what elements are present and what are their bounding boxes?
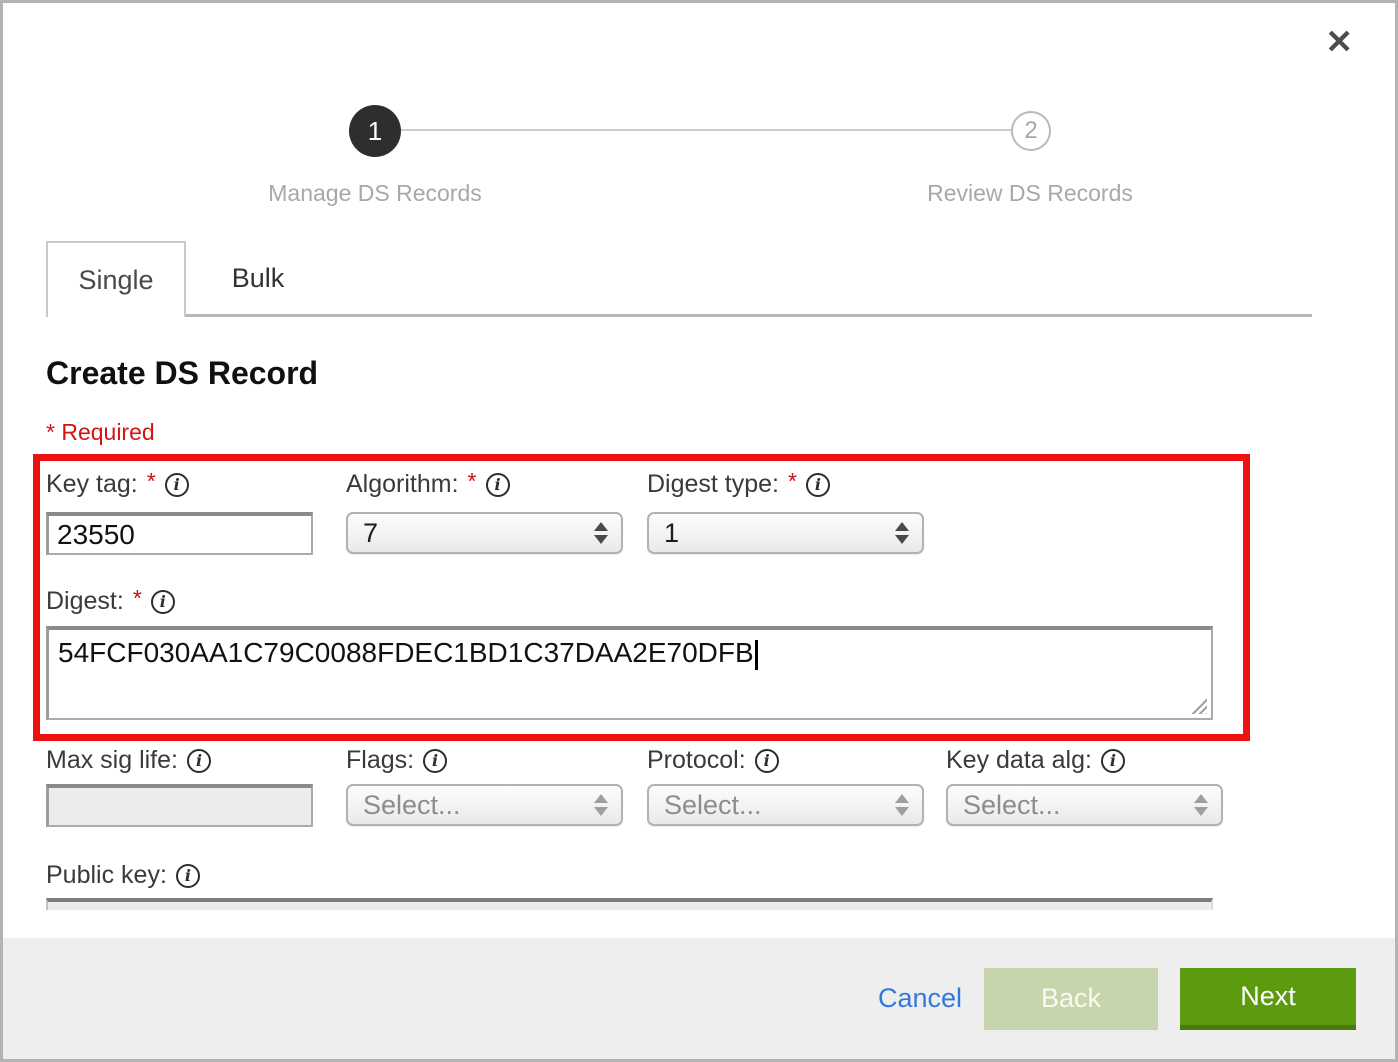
protocol-label-text: Protocol: — [647, 746, 746, 775]
resize-handle[interactable] — [1190, 697, 1207, 714]
max-sig-life-label: Max sig life: i — [46, 746, 211, 775]
select-spinner-icon — [594, 522, 608, 544]
key-data-alg-label-text: Key data alg: — [946, 746, 1092, 775]
algorithm-select-value: 7 — [363, 518, 378, 549]
page-title: Create DS Record — [46, 355, 318, 392]
required-note: * Required — [46, 419, 155, 446]
step-2-label: Review DS Records — [870, 180, 1190, 207]
next-button[interactable]: Next — [1180, 968, 1356, 1030]
protocol-select-value: Select... — [664, 790, 762, 821]
key-data-alg-select-value: Select... — [963, 790, 1061, 821]
text-caret — [755, 640, 758, 670]
key-tag-required-star: * — [147, 468, 156, 495]
flags-select-value: Select... — [363, 790, 461, 821]
step-1-label: Manage DS Records — [215, 180, 535, 207]
flags-label: Flags: i — [346, 746, 447, 775]
algorithm-select[interactable]: 7 — [346, 512, 623, 554]
protocol-select[interactable]: Select... — [647, 784, 924, 826]
max-sig-life-input[interactable] — [46, 784, 313, 827]
info-icon[interactable]: i — [1101, 749, 1125, 773]
public-key-label-text: Public key: — [46, 861, 167, 890]
digest-value: 54FCF030AA1C79C0088FDEC1BD1C37DAA2E70DFB — [58, 637, 754, 668]
tab-single[interactable]: Single — [46, 241, 186, 317]
flags-label-text: Flags: — [346, 746, 414, 775]
key-tag-label: Key tag: * i — [46, 470, 189, 499]
digest-textarea[interactable]: 54FCF030AA1C79C0088FDEC1BD1C37DAA2E70DFB — [46, 626, 1213, 720]
select-spinner-icon — [1194, 794, 1208, 816]
back-button[interactable]: Back — [984, 968, 1158, 1030]
digest-required-star: * — [133, 585, 142, 612]
digest-type-label: Digest type: * i — [647, 470, 830, 499]
max-sig-life-label-text: Max sig life: — [46, 746, 178, 775]
select-spinner-icon — [895, 522, 909, 544]
create-ds-record-modal: ✕ 1 2 Manage DS Records Review DS Record… — [0, 0, 1398, 1062]
tab-underline — [186, 314, 1312, 317]
flags-select[interactable]: Select... — [346, 784, 623, 826]
info-icon[interactable]: i — [423, 749, 447, 773]
step-2-circle: 2 — [1011, 111, 1051, 151]
info-icon[interactable]: i — [486, 473, 510, 497]
info-icon[interactable]: i — [176, 864, 200, 888]
algorithm-label: Algorithm: * i — [346, 470, 510, 499]
info-icon[interactable]: i — [165, 473, 189, 497]
digest-label-text: Digest: — [46, 587, 124, 616]
digest-type-required-star: * — [788, 468, 797, 495]
digest-type-select-value: 1 — [664, 518, 679, 549]
key-tag-input[interactable] — [46, 512, 313, 555]
cancel-link[interactable]: Cancel — [878, 983, 962, 1014]
digest-type-label-text: Digest type: — [647, 470, 779, 499]
protocol-label: Protocol: i — [647, 746, 779, 775]
modal-footer: Cancel Back Next — [3, 938, 1395, 1059]
stepper-connector-line — [401, 129, 1011, 131]
digest-type-select[interactable]: 1 — [647, 512, 924, 554]
select-spinner-icon — [895, 794, 909, 816]
digest-label: Digest: * i — [46, 587, 175, 616]
key-data-alg-label: Key data alg: i — [946, 746, 1125, 775]
info-icon[interactable]: i — [151, 590, 175, 614]
info-icon[interactable]: i — [187, 749, 211, 773]
algorithm-label-text: Algorithm: — [346, 470, 459, 499]
public-key-label: Public key: i — [46, 861, 200, 890]
algorithm-required-star: * — [468, 468, 477, 495]
info-icon[interactable]: i — [806, 473, 830, 497]
select-spinner-icon — [594, 794, 608, 816]
public-key-textarea[interactable] — [46, 898, 1213, 910]
key-data-alg-select[interactable]: Select... — [946, 784, 1223, 826]
tab-bulk[interactable]: Bulk — [186, 241, 330, 315]
key-tag-label-text: Key tag: — [46, 470, 138, 499]
close-icon[interactable]: ✕ — [1325, 25, 1353, 58]
step-1-circle: 1 — [349, 105, 401, 157]
info-icon[interactable]: i — [755, 749, 779, 773]
